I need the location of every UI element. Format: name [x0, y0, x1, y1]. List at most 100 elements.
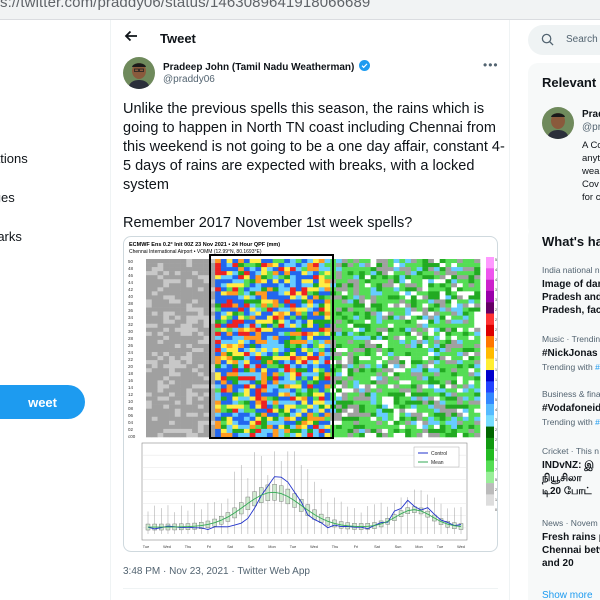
trend-sub-text: Trending with [542, 362, 596, 372]
heatmap-cell [410, 327, 417, 333]
compose-tweet-button[interactable]: weet [0, 385, 85, 419]
heatmap-cell [295, 376, 302, 381]
heatmap-cell [313, 295, 320, 300]
heatmap-cell [439, 380, 446, 385]
trend-sub-hashtag[interactable]: # [595, 417, 600, 427]
heatmap-cell [151, 279, 158, 284]
search-input[interactable]: Search [528, 25, 600, 55]
arrow-left-icon[interactable] [121, 28, 141, 48]
nav-messages[interactable]: sages [0, 190, 15, 205]
heatmap-cell [364, 307, 371, 312]
heatmap-cell [387, 412, 394, 418]
trend-item[interactable]: INDvNZ: இ நியூசிலா டி20 போட் [542, 459, 594, 498]
trend-item[interactable]: #Vodafoneid [542, 402, 600, 415]
heatmap-cell [301, 408, 308, 414]
author-handle[interactable]: @praddy06 [163, 74, 215, 85]
heatmap-cell [272, 392, 279, 397]
nav-bookmarks[interactable]: kmarks [0, 229, 22, 244]
heatmap-cell [186, 311, 193, 316]
tweet-image[interactable]: ECMWF Ens 0.2° Init 00Z 23 Nov 2021 • 24… [123, 236, 498, 552]
tweet-timestamp[interactable]: 3:48 PM · Nov 23, 2021 · Twitter Web App [123, 566, 310, 577]
author-name[interactable]: Pradeep John (Tamil Nadu Weatherman) [163, 60, 371, 73]
heatmap-cell [295, 287, 302, 292]
heatmap-cell [215, 416, 222, 422]
heatmap-cell [336, 259, 343, 264]
heatmap-cell [243, 259, 250, 264]
heatmap-cell [468, 319, 475, 325]
more-options-icon[interactable]: ••• [483, 58, 499, 72]
heatmap-cell [341, 323, 348, 329]
heatmap-cell [169, 259, 176, 264]
heatmap-cell [451, 376, 458, 381]
trend-item[interactable]: Image of dar Pradesh and Pradesh, fac [542, 278, 600, 317]
heatmap-cell [284, 267, 291, 272]
heatmap-cell [284, 360, 291, 365]
heatmap-cell [370, 259, 377, 264]
heatmap-cell [174, 335, 181, 341]
heatmap-cell [359, 287, 366, 292]
heatmap-cell [243, 384, 250, 389]
author-avatar[interactable] [123, 57, 155, 89]
relevant-handle[interactable]: @pr [582, 122, 600, 133]
heatmap-cell [157, 392, 164, 397]
heatmap-cell [416, 279, 423, 284]
heatmap-cell [272, 376, 279, 381]
show-more-link[interactable]: Show more [542, 590, 593, 600]
heatmap-cell [439, 388, 446, 393]
heatmap-cell [376, 315, 383, 320]
browser-url-bar[interactable]: s://twitter.com/praddy06/status/14630896… [0, 0, 600, 20]
heatmap-cell [456, 271, 464, 276]
heatmap-cell [474, 319, 481, 325]
scale-swatch [486, 257, 494, 269]
heatmap-cell [307, 396, 314, 401]
scale-swatch [486, 471, 494, 484]
trend-sub-text: Trending with [542, 417, 596, 427]
heatmap-cell [186, 400, 193, 405]
relevant-name[interactable]: Prad [582, 109, 600, 120]
heatmap-cell [347, 356, 354, 361]
heatmap-cell [422, 376, 429, 381]
heatmap-cell [359, 408, 366, 414]
heatmap-cell [163, 275, 170, 280]
heatmap-cell [249, 335, 256, 341]
heatmap-cell [255, 368, 262, 373]
relevant-avatar[interactable] [542, 107, 574, 139]
heatmap-cell [382, 307, 389, 312]
heatmap-cell [146, 343, 153, 349]
bio-line: anyt [582, 153, 600, 164]
heatmap-cell [169, 388, 176, 393]
heatmap-cell [197, 416, 204, 422]
heatmap-cell [215, 408, 222, 414]
nav-notifications[interactable]: fications [0, 151, 28, 166]
trend-sub-hashtag[interactable]: # [595, 362, 600, 372]
heatmap-cell [382, 339, 389, 345]
heatmap-cell [266, 388, 273, 393]
heatmap-cell [192, 339, 199, 345]
heatmap-cell [226, 303, 233, 308]
heatmap-cell [255, 400, 262, 405]
heatmap-cell [174, 428, 181, 434]
url-text[interactable]: s://twitter.com/praddy06/status/14630896… [0, 0, 370, 11]
heatmap-cell [203, 396, 210, 401]
heatmap-cell [174, 339, 181, 345]
heatmap-cell [387, 400, 394, 405]
heatmap-cell [226, 392, 233, 397]
heatmap-cell [474, 307, 481, 312]
heatmap-cell [382, 323, 389, 329]
member-label: 08 [128, 406, 134, 411]
heatmap-cell [146, 384, 153, 389]
heatmap-cell [232, 412, 239, 418]
heatmap-cell [203, 400, 210, 405]
heatmap-cell [278, 368, 285, 373]
heatmap-cell [456, 360, 464, 365]
heatmap-cell [301, 356, 308, 361]
heatmap-cell [428, 307, 435, 312]
trend-item[interactable]: Fresh rains p Chennai betw and 20 [542, 531, 600, 570]
heatmap-cell [324, 420, 331, 426]
trend-item[interactable]: #NickJonas [542, 347, 598, 360]
heatmap-cell [203, 283, 210, 288]
heatmap-cell [347, 376, 354, 381]
heatmap-cell [428, 372, 435, 377]
heatmap-cell [261, 319, 268, 325]
heatmap-cell [405, 416, 412, 422]
